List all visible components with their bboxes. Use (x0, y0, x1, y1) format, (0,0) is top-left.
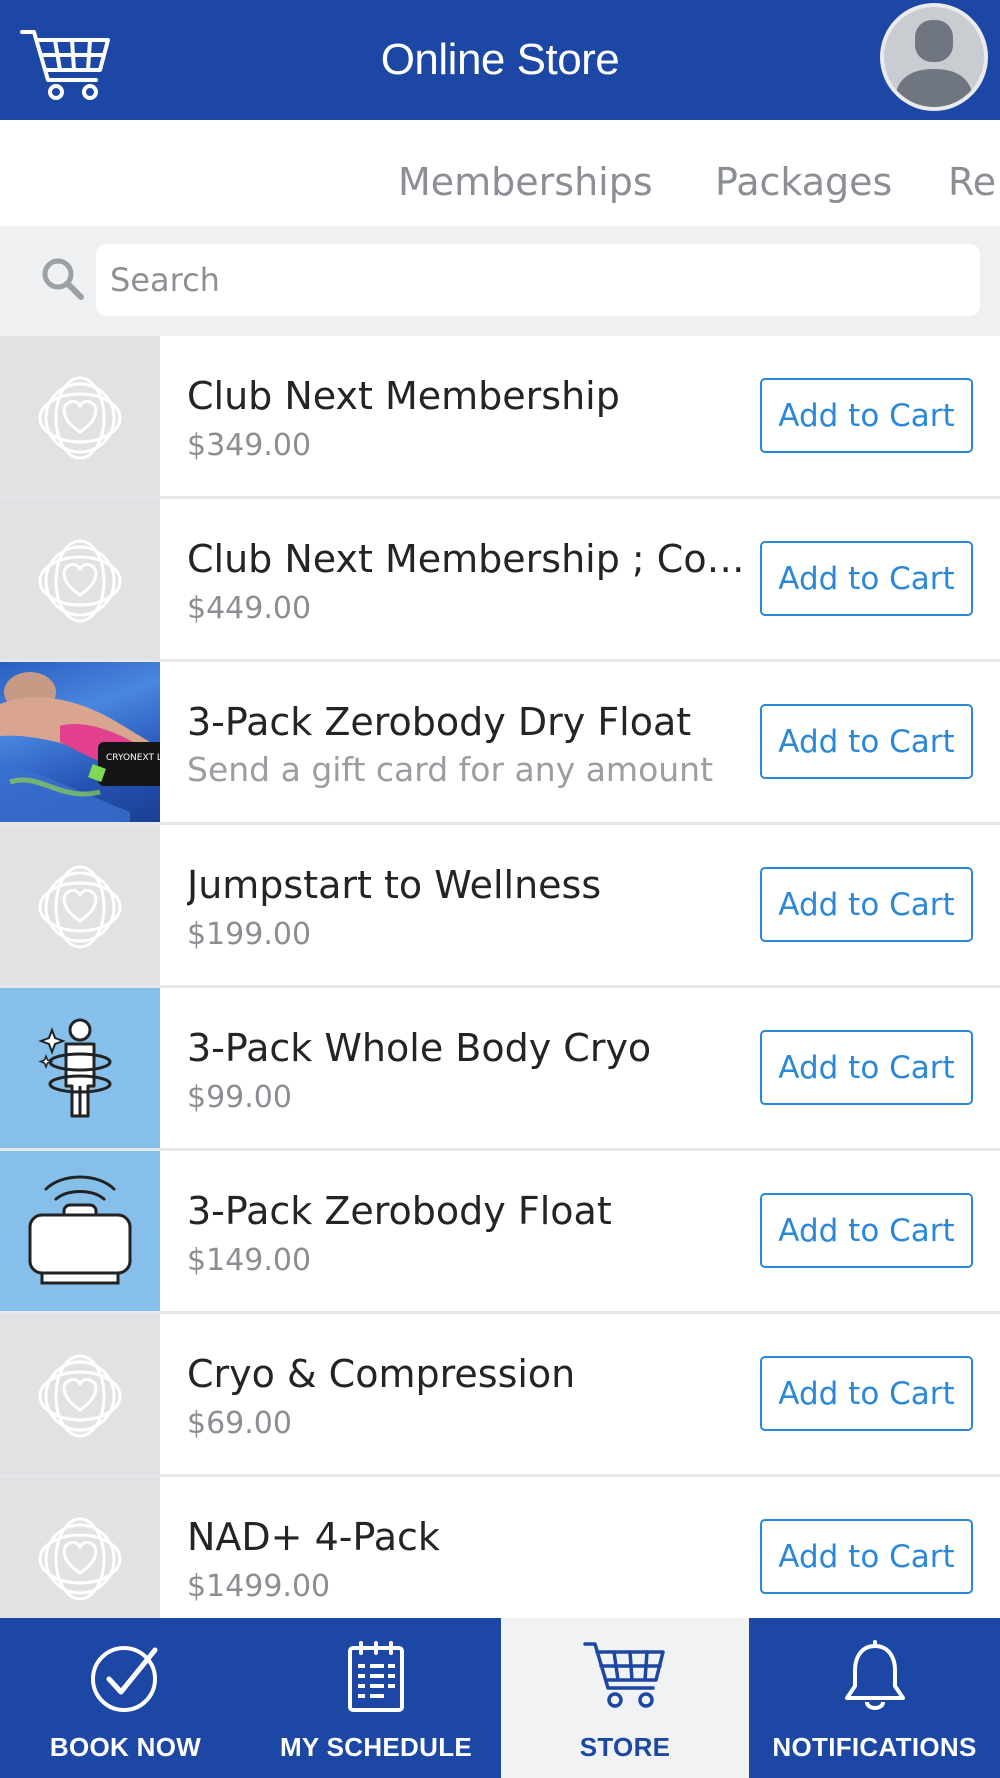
nav-my-schedule[interactable]: MY SCHEDULE (251, 1618, 501, 1778)
product-description: Send a gift card for any amount (187, 750, 714, 789)
flower-logo-icon (38, 865, 122, 949)
product-thumbnail (0, 988, 160, 1148)
list-item: 3-Pack Zerobody Float $149.00 Add to Car… (0, 1151, 1000, 1314)
nav-notifications[interactable]: NOTIFICATIONS (749, 1618, 1000, 1778)
product-name: Jumpstart to Wellness (187, 863, 602, 907)
product-name: NAD+ 4-Pack (187, 1515, 440, 1559)
product-name: 3-Pack Zerobody Float (187, 1189, 612, 1233)
add-to-cart-button[interactable]: Add to Cart (760, 1356, 973, 1431)
check-circle-icon (90, 1646, 157, 1712)
tab-memberships[interactable]: Memberships (398, 160, 653, 204)
product-price: $149.00 (187, 1243, 312, 1278)
product-price: $349.00 (187, 428, 312, 463)
add-to-cart-button[interactable]: Add to Cart (760, 867, 973, 942)
list-item: Jumpstart to Wellness $199.00 Add to Car… (0, 825, 1000, 988)
product-price: $69.00 (187, 1406, 292, 1441)
search-icon (40, 256, 86, 302)
flower-logo-icon (38, 376, 122, 460)
nav-label: BOOK NOW (49, 1732, 202, 1762)
product-list: Club Next Membership $349.00 Add to Cart… (0, 336, 1000, 1618)
calendar-icon (348, 1641, 404, 1712)
product-name: 3-Pack Zerobody Dry Float (187, 700, 692, 744)
nav-label: NOTIFICATIONS (772, 1732, 977, 1762)
add-to-cart-button[interactable]: Add to Cart (760, 541, 973, 616)
list-item: Club Next Membership ; Cou... $449.00 Ad… (0, 499, 1000, 662)
flower-logo-icon (38, 539, 122, 623)
product-price: $199.00 (187, 917, 312, 952)
nav-label: MY SCHEDULE (279, 1732, 473, 1762)
cryo-body-icon (38, 1018, 112, 1118)
add-to-cart-button[interactable]: Add to Cart (760, 704, 973, 779)
product-price: $1499.00 (187, 1569, 331, 1604)
product-price: $449.00 (187, 591, 312, 626)
list-item: 3-Pack Whole Body Cryo $99.00 Add to Car… (0, 988, 1000, 1151)
product-name: 3-Pack Whole Body Cryo (187, 1026, 652, 1070)
add-to-cart-button[interactable]: Add to Cart (760, 378, 973, 453)
float-bed-icon (28, 1175, 132, 1285)
cart-icon (583, 1642, 665, 1708)
product-name: Cryo & Compression (187, 1352, 576, 1396)
list-item: NAD+ 4-Pack $1499.00 Add to Cart (0, 1477, 1000, 1618)
nav-label: STORE (579, 1732, 671, 1762)
product-name: Club Next Membership (187, 374, 620, 418)
tab-partial[interactable]: Re (948, 160, 996, 204)
product-thumbnail (0, 1314, 160, 1474)
flower-logo-icon (38, 1354, 122, 1438)
product-thumbnail (0, 336, 160, 496)
add-to-cart-button[interactable]: Add to Cart (760, 1193, 973, 1268)
list-item: Club Next Membership $349.00 Add to Cart (0, 336, 1000, 499)
product-price: $99.00 (187, 1080, 292, 1115)
thumb-brand-text: CRYONEXT LABS (106, 753, 160, 763)
float-photo-image: CRYONEXT LABS (0, 672, 160, 822)
online-store-screen: Online Store Memberships Packages Re Sea… (0, 0, 1000, 1778)
nav-store[interactable]: STORE (501, 1618, 749, 1778)
product-name: Club Next Membership ; Cou... (187, 537, 747, 581)
bell-icon (844, 1640, 905, 1710)
add-to-cart-button[interactable]: Add to Cart (760, 1519, 973, 1594)
list-item: Cryo & Compression $69.00 Add to Cart (0, 1314, 1000, 1477)
search-input[interactable] (96, 244, 980, 316)
product-thumbnail: CRYONEXT LABS (0, 662, 160, 822)
nav-book-now[interactable]: BOOK NOW (0, 1618, 251, 1778)
product-thumbnail (0, 1477, 160, 1618)
product-thumbnail (0, 1151, 160, 1311)
user-avatar-icon[interactable] (880, 3, 988, 111)
search-bar (0, 226, 1000, 336)
list-item: CRYONEXT LABS 3-Pack Zerobody Dry Float … (0, 662, 1000, 825)
tab-packages[interactable]: Packages (715, 160, 892, 204)
flower-logo-icon (38, 1517, 122, 1601)
product-thumbnail (0, 499, 160, 659)
add-to-cart-button[interactable]: Add to Cart (760, 1030, 973, 1105)
bottom-nav: BOOK NOW MY SCHEDULE STORE NOTIFICATIONS (0, 1618, 1000, 1778)
category-tabs: Memberships Packages Re (0, 120, 1000, 226)
page-title: Online Store (380, 35, 620, 84)
app-header: Online Store (0, 0, 1000, 120)
product-thumbnail (0, 825, 160, 985)
